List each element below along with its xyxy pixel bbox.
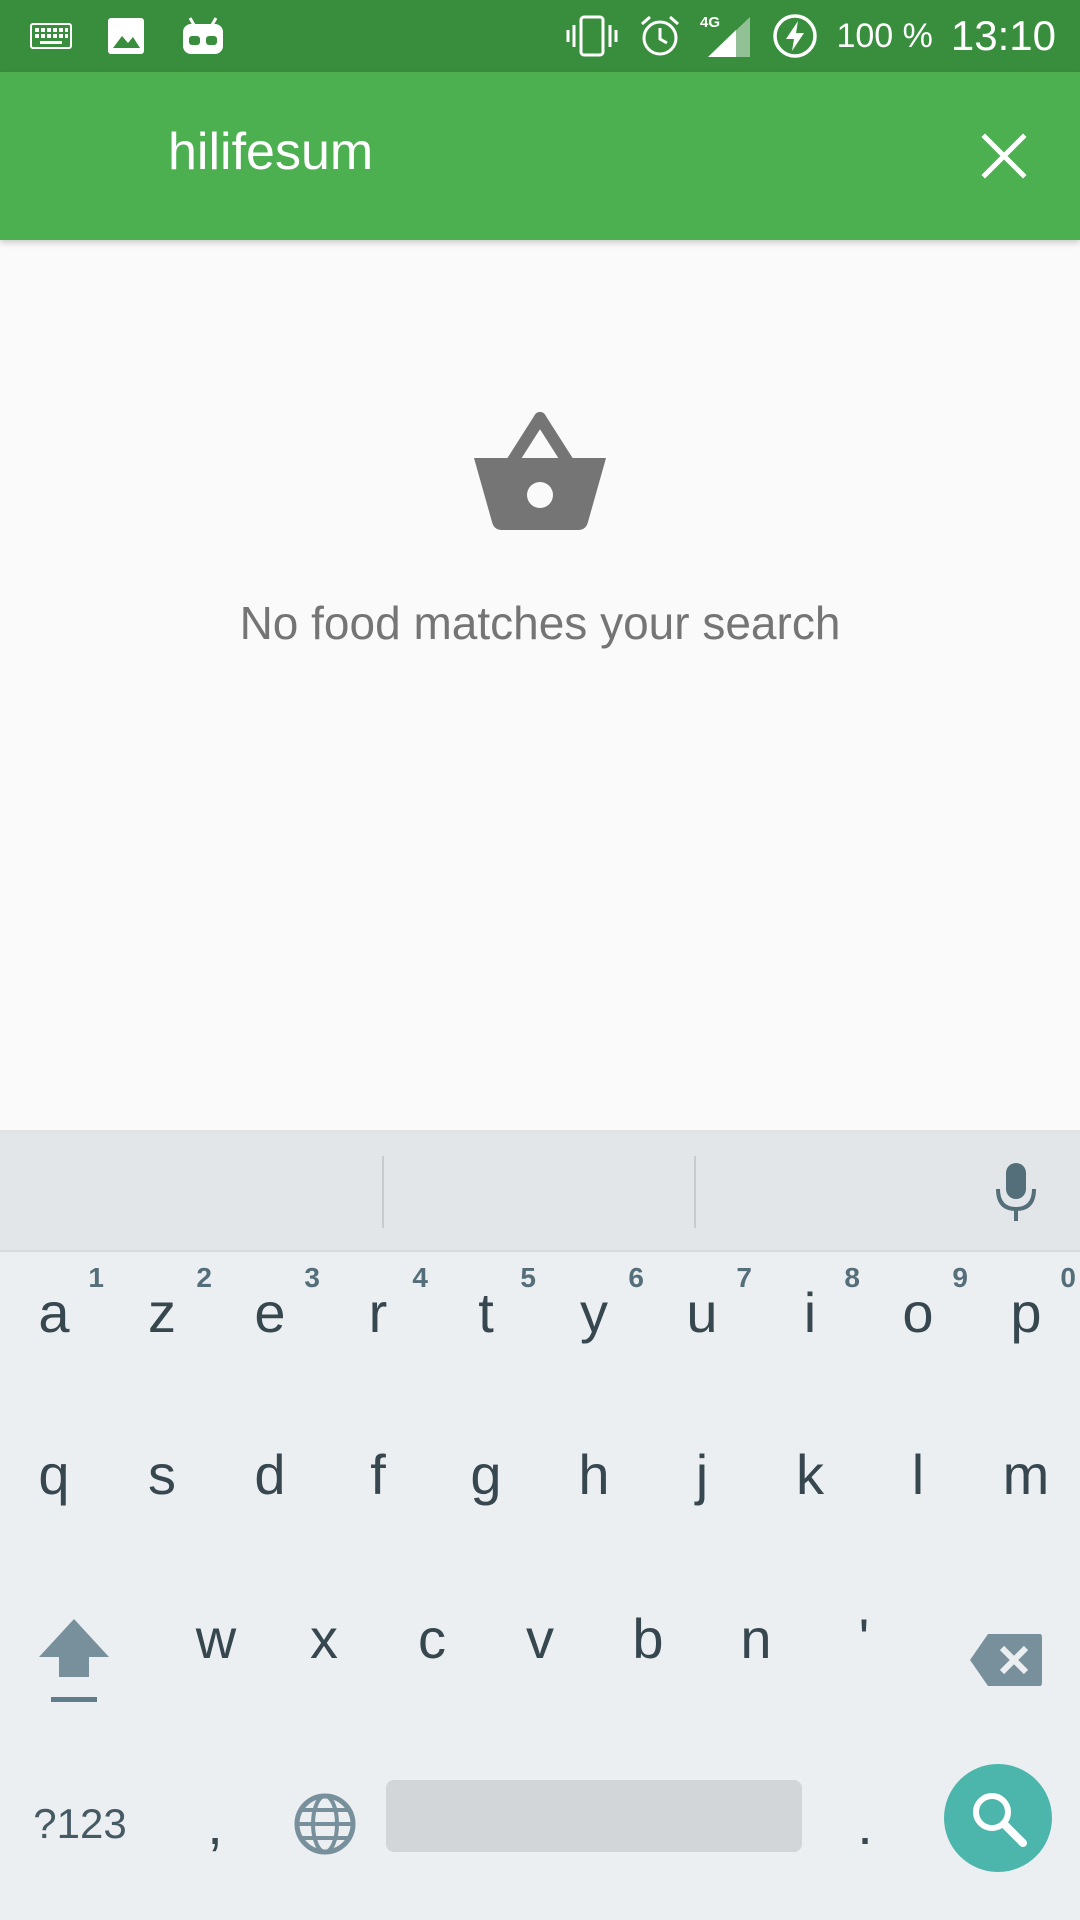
soft-keyboard: 1a 2z 3e 4r 5t 6y 7u 8i 9o 0p q s d f g … — [0, 1130, 1080, 1920]
key-k[interactable]: k — [756, 1416, 864, 1576]
key-n[interactable]: n — [702, 1580, 810, 1740]
key-char: d — [254, 1443, 286, 1506]
search-app-bar — [0, 72, 1080, 240]
suggestion-divider — [694, 1156, 696, 1228]
key-j[interactable]: j — [648, 1416, 756, 1576]
key-char: t — [478, 1281, 494, 1344]
key-char: y — [580, 1281, 608, 1344]
key-char: z — [148, 1281, 176, 1344]
search-icon — [973, 1793, 1027, 1847]
backspace-key[interactable] — [956, 1580, 1056, 1740]
key-char: u — [686, 1281, 718, 1344]
key-char: v — [526, 1607, 554, 1670]
key-b[interactable]: b — [594, 1580, 702, 1740]
key-t[interactable]: 5t — [432, 1254, 540, 1414]
clock: 13:10 — [950, 12, 1056, 59]
key-char: w — [195, 1607, 237, 1670]
key-char: k — [796, 1443, 824, 1506]
backspace-icon — [970, 1634, 1042, 1686]
microphone-icon — [996, 1163, 1036, 1221]
key-row-3: w x c v b n ' — [0, 1580, 1080, 1740]
period-key[interactable]: . — [820, 1744, 910, 1904]
key-e[interactable]: 3e — [216, 1254, 324, 1414]
status-right: 4G 100 % 13:10 — [564, 0, 1056, 72]
key-m[interactable]: m — [972, 1416, 1080, 1576]
comma-key[interactable]: , — [170, 1744, 260, 1904]
key-row-4: ?123 , . — [0, 1744, 1080, 1904]
network-type: 4G — [700, 14, 720, 31]
keyboard-icon — [30, 23, 72, 49]
key-c[interactable]: c — [378, 1580, 486, 1740]
key-x[interactable]: x — [270, 1580, 378, 1740]
key-o[interactable]: 9o — [864, 1254, 972, 1414]
voice-input-button[interactable] — [982, 1156, 1050, 1228]
battery-percent: 100 % — [836, 16, 933, 55]
signal-4g-icon: 4G — [700, 13, 754, 59]
key-char: f — [370, 1443, 386, 1506]
key-i[interactable]: 8i — [756, 1254, 864, 1414]
key-z[interactable]: 2z — [108, 1254, 216, 1414]
key-char: n — [740, 1607, 772, 1670]
key-char: x — [310, 1607, 338, 1670]
shift-icon — [39, 1619, 109, 1702]
key-char: i — [803, 1281, 817, 1344]
key-p[interactable]: 0p — [972, 1254, 1080, 1414]
key-char: m — [1002, 1443, 1050, 1506]
key-char: q — [38, 1443, 70, 1506]
key-char: b — [632, 1607, 664, 1670]
key-char: o — [902, 1281, 934, 1344]
key-f[interactable]: f — [324, 1416, 432, 1576]
space-bar[interactable] — [386, 1780, 802, 1852]
key-char: a — [38, 1281, 70, 1344]
image-icon — [106, 16, 146, 56]
globe-icon — [294, 1793, 356, 1855]
key-char: s — [148, 1443, 176, 1506]
status-left — [30, 0, 226, 72]
vibrate-icon — [564, 15, 620, 57]
key-a[interactable]: 1a — [0, 1254, 108, 1414]
key-char: r — [368, 1281, 388, 1344]
suggestion-divider — [382, 1156, 384, 1228]
alarm-icon — [638, 14, 682, 58]
key-row-1: 1a 2z 3e 4r 5t 6y 7u 8i 9o 0p — [0, 1254, 1080, 1414]
key-y[interactable]: 6y — [540, 1254, 648, 1414]
key-g[interactable]: g — [432, 1416, 540, 1576]
key-char: g — [470, 1443, 502, 1506]
key-s[interactable]: s — [108, 1416, 216, 1576]
key-char: e — [254, 1281, 286, 1344]
search-enter-key[interactable] — [944, 1764, 1052, 1872]
key-v[interactable]: v — [486, 1580, 594, 1740]
key-char: l — [911, 1443, 925, 1506]
key-q[interactable]: q — [0, 1416, 108, 1576]
key-char: p — [1010, 1281, 1042, 1344]
key-u[interactable]: 7u — [648, 1254, 756, 1414]
key-row-2: q s d f g h j k l m — [0, 1416, 1080, 1576]
key-char: j — [695, 1443, 709, 1506]
search-input[interactable] — [168, 112, 928, 192]
key-d[interactable]: d — [216, 1416, 324, 1576]
key-char: c — [418, 1607, 446, 1670]
key-char: ' — [858, 1607, 870, 1670]
battery-charging-icon — [772, 13, 818, 59]
empty-state: No food matches your search — [0, 400, 1080, 650]
key-h[interactable]: h — [540, 1416, 648, 1576]
close-icon — [981, 133, 1027, 179]
key-w[interactable]: w — [162, 1580, 270, 1740]
suggestion-strip — [0, 1134, 1080, 1252]
key-char: h — [578, 1443, 610, 1506]
status-bar: 4G 100 % 13:10 — [0, 0, 1080, 72]
language-key[interactable] — [270, 1744, 380, 1904]
shift-key[interactable] — [24, 1580, 124, 1740]
key-apostrophe[interactable]: ' — [810, 1580, 918, 1740]
empty-message: No food matches your search — [239, 597, 841, 649]
symbols-key[interactable]: ?123 — [20, 1744, 140, 1904]
key-r[interactable]: 4r — [324, 1254, 432, 1414]
shopping-basket-icon — [474, 412, 606, 530]
android-debug-icon — [180, 16, 226, 56]
clear-search-button[interactable] — [968, 120, 1040, 192]
key-l[interactable]: l — [864, 1416, 972, 1576]
